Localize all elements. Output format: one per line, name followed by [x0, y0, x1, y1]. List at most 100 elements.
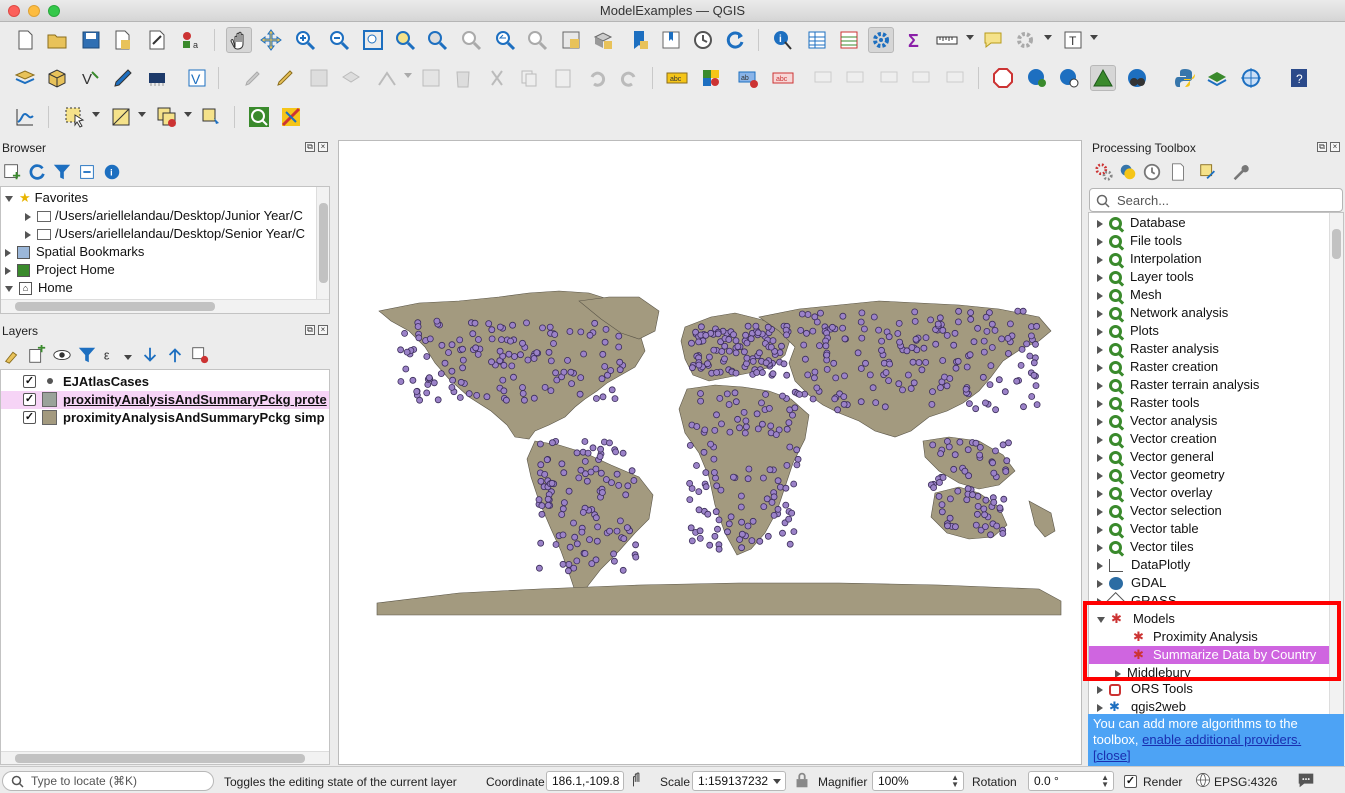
vertex-tool-icon[interactable]: [374, 65, 400, 91]
locate-search-input[interactable]: Type to locate (⌘K): [2, 771, 214, 791]
move-label-icon[interactable]: [842, 65, 868, 91]
text-annotation-icon[interactable]: T: [1060, 27, 1086, 53]
provider-vector-tiles[interactable]: Vector tiles: [1097, 538, 1194, 556]
models-gears-icon[interactable]: [1094, 162, 1114, 182]
refresh-icon[interactable]: [722, 27, 748, 53]
zoom-full-icon[interactable]: [360, 27, 386, 53]
layout-manager-icon[interactable]: [144, 27, 170, 53]
properties-info-icon[interactable]: i: [102, 162, 122, 182]
layer-checkbox-simplified[interactable]: ✓: [23, 411, 36, 424]
provider-raster-analysis[interactable]: Raster analysis: [1097, 340, 1219, 358]
provider-vector-creation[interactable]: Vector creation: [1097, 430, 1217, 448]
statistical-summary-icon[interactable]: [836, 27, 862, 53]
diagram-options-icon[interactable]: [698, 65, 724, 91]
magnifier-spinbox[interactable]: 100% ▲ ▼: [872, 771, 964, 791]
save-project-icon[interactable]: [78, 27, 104, 53]
add-feature-icon[interactable]: [338, 65, 364, 91]
save-as-icon[interactable]: [110, 27, 136, 53]
close-tip-link[interactable]: [close]: [1093, 748, 1131, 763]
globe-search-icon[interactable]: [1056, 65, 1082, 91]
provider-database[interactable]: Database: [1097, 214, 1186, 232]
zoom-native-icon[interactable]: [458, 27, 484, 53]
change-label-icon[interactable]: [908, 65, 934, 91]
crs-globe-icon[interactable]: [1194, 771, 1212, 789]
data-source-manager-icon[interactable]: [12, 65, 38, 91]
render-checkbox[interactable]: ✓: [1124, 775, 1137, 788]
rotation-spinbox[interactable]: 0.0 ° ▲ ▼: [1028, 771, 1114, 791]
float-browser-button[interactable]: ⧉: [305, 142, 315, 152]
close-layers-button[interactable]: ×: [318, 325, 328, 335]
actions-icon[interactable]: [1012, 27, 1038, 53]
pan-to-selection-icon[interactable]: [258, 27, 284, 53]
manage-map-themes-icon[interactable]: [52, 345, 72, 365]
filter-legend-icon[interactable]: [77, 345, 97, 365]
layers-hscroll[interactable]: [1, 751, 329, 764]
browser-item-home[interactable]: ⌂ Home: [5, 279, 73, 297]
style-manager-icon[interactable]: a: [178, 27, 204, 53]
collapse-all-layers-icon[interactable]: [165, 345, 185, 365]
layer-properties-icon[interactable]: V: [184, 65, 210, 91]
minimize-window-button[interactable]: [28, 5, 40, 17]
map-canvas[interactable]: [338, 140, 1082, 765]
python-console-icon[interactable]: [1172, 65, 1198, 91]
filter-browser-icon[interactable]: [52, 162, 72, 182]
current-edits-icon[interactable]: [240, 65, 266, 91]
select-features-icon[interactable]: [62, 104, 88, 130]
layer-ejatlascases[interactable]: EJAtlasCases: [63, 373, 149, 391]
new-shapefile-layer-icon[interactable]: V: [78, 65, 104, 91]
save-layer-edits-icon[interactable]: [306, 65, 332, 91]
provider-plots[interactable]: Plots: [1097, 322, 1159, 340]
add-group-icon[interactable]: [27, 345, 47, 365]
show-hide-labels-icon[interactable]: [810, 65, 836, 91]
layer-checkbox-protected[interactable]: ✓: [23, 393, 36, 406]
float-layers-button[interactable]: ⧉: [305, 325, 315, 335]
provider-mesh[interactable]: Mesh: [1097, 286, 1162, 304]
zoom-in-icon[interactable]: [292, 27, 318, 53]
identify-features-icon[interactable]: i: [770, 27, 796, 53]
results-viewer-icon[interactable]: [1168, 162, 1188, 182]
browser-item-spatial-bookmarks[interactable]: Spatial Bookmarks: [5, 243, 144, 261]
filter-expression-icon[interactable]: ε: [102, 345, 122, 365]
copy-features-icon[interactable]: [516, 65, 542, 91]
locator-search-icon[interactable]: [246, 104, 272, 130]
provider-vector-analysis[interactable]: Vector analysis: [1097, 412, 1217, 430]
provider-dataplotly[interactable]: DataPlotly: [1097, 556, 1190, 574]
new-geopackage-layer-icon[interactable]: [44, 65, 70, 91]
close-window-button[interactable]: [8, 5, 20, 17]
style-panel-icon[interactable]: [2, 345, 22, 365]
new-3d-map-icon[interactable]: [590, 27, 616, 53]
new-map-view-icon[interactable]: [558, 27, 584, 53]
provider-vector-selection[interactable]: Vector selection: [1097, 502, 1222, 520]
zoom-to-layer-icon[interactable]: [424, 27, 450, 53]
provider-ors-tools[interactable]: ORS Tools: [1097, 680, 1193, 698]
delete-selected-icon[interactable]: [450, 65, 476, 91]
close-toolbox-button[interactable]: ×: [1330, 142, 1340, 152]
close-browser-button[interactable]: ×: [318, 142, 328, 152]
provider-qgis2web[interactable]: ✱ qgis2web: [1097, 698, 1186, 714]
help-icon[interactable]: ?: [1286, 65, 1312, 91]
provider-raster-creation[interactable]: Raster creation: [1097, 358, 1218, 376]
measure-line-icon[interactable]: [934, 27, 960, 53]
history-icon[interactable]: [1142, 162, 1162, 182]
browser-item-senior-year[interactable]: /Users/ariellelandau/Desktop/Senior Year…: [25, 225, 305, 243]
coordinate-field[interactable]: 186.1,-109.8: [546, 771, 624, 791]
crs-label[interactable]: EPSG:4326: [1214, 775, 1277, 789]
crosshair-plugin-icon[interactable]: [1238, 65, 1264, 91]
geometry-checker-icon[interactable]: [278, 104, 304, 130]
scale-combobox[interactable]: 1:159137232: [692, 771, 786, 791]
layer-proximity-simplified[interactable]: proximityAnalysisAndSummaryPckg simp: [63, 409, 325, 427]
field-calculator-icon[interactable]: Σ: [902, 27, 928, 53]
lock-scale-icon[interactable]: [792, 770, 812, 790]
pin-labels-icon[interactable]: abc: [770, 65, 796, 91]
digitize-icon[interactable]: [110, 65, 136, 91]
processing-toolbox-icon[interactable]: [868, 27, 894, 53]
zoom-window-button[interactable]: [48, 5, 60, 17]
openlayers-plugin-icon[interactable]: [1124, 65, 1150, 91]
collapse-all-icon[interactable]: [77, 162, 97, 182]
python-scripts-icon[interactable]: [1118, 162, 1138, 182]
new-project-icon[interactable]: [12, 27, 38, 53]
messages-icon[interactable]: [1296, 770, 1316, 790]
show-bookmarks-icon[interactable]: [658, 27, 684, 53]
float-toolbox-button[interactable]: ⧉: [1317, 142, 1327, 152]
temporal-controller-icon[interactable]: [690, 27, 716, 53]
